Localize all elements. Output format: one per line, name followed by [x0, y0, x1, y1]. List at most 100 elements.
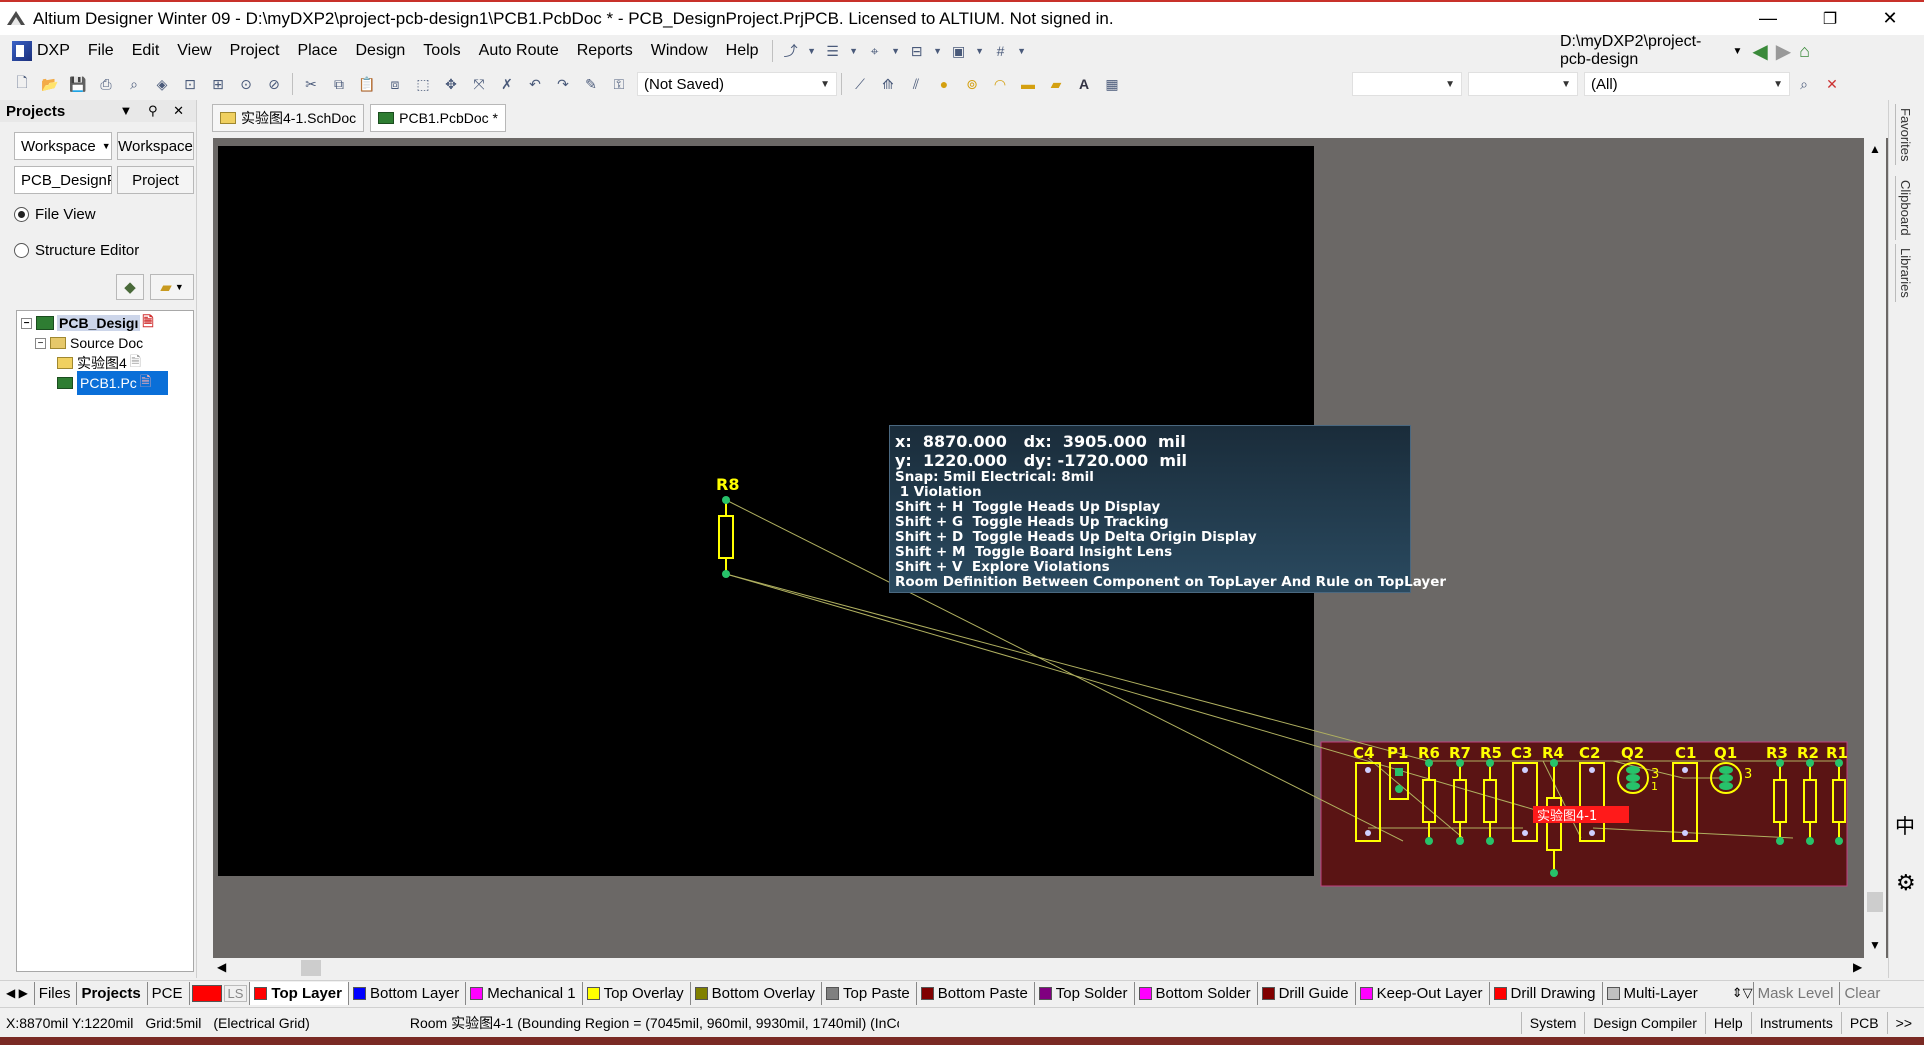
tab-libraries[interactable]: Libraries: [1895, 244, 1915, 302]
scroll-up-icon[interactable]: ▲: [1869, 142, 1881, 156]
tree-item-project[interactable]: − PCB_Desigı 🗎: [21, 313, 154, 332]
room-icon[interactable]: ▣: [947, 39, 971, 63]
panel-controls[interactable]: ▼ ⚲ ✕: [119, 103, 190, 119]
gear-icon[interactable]: ⚙: [1896, 870, 1916, 896]
deselect-icon[interactable]: ⤧: [467, 72, 491, 96]
status-more-button[interactable]: >>: [1886, 1011, 1920, 1034]
clear-button[interactable]: Clear: [1839, 981, 1886, 1005]
saved-state-combo[interactable]: (Not Saved) ▼: [637, 72, 837, 96]
select-area-icon[interactable]: ⬚: [411, 72, 435, 96]
menu-edit[interactable]: Edit: [123, 42, 169, 60]
tab-pcbdoc[interactable]: PCB1.PcbDoc *: [370, 104, 506, 132]
chevron-down-icon[interactable]: ▼: [975, 39, 985, 63]
status-pcb-button[interactable]: PCB: [1840, 1011, 1887, 1034]
align-icon[interactable]: ☰: [821, 39, 845, 63]
cross-probe-icon[interactable]: ✎: [579, 72, 603, 96]
save-icon[interactable]: 💾: [66, 72, 90, 96]
route-icon[interactable]: ⤴: [779, 39, 803, 63]
select-icon[interactable]: ⌖: [863, 39, 887, 63]
menu-reports[interactable]: Reports: [568, 42, 642, 60]
file-view-radio[interactable]: File View: [14, 206, 96, 223]
filter-combo-1[interactable]: ▼: [1352, 72, 1462, 96]
undo-icon[interactable]: ↶: [523, 72, 547, 96]
tree-item-pcbdoc[interactable]: PCB1.Pc 🗎: [57, 371, 169, 395]
grid-icon[interactable]: #: [989, 39, 1013, 63]
layer-tab-top-solder[interactable]: Top Solder: [1033, 981, 1134, 1005]
layer-tab-keep-out[interactable]: Keep-Out Layer: [1354, 981, 1489, 1005]
place-pad-icon[interactable]: ●: [932, 72, 956, 96]
workspace-combo[interactable]: Workspace ▼: [14, 132, 112, 160]
back-arrow-icon[interactable]: ◀: [1752, 39, 1767, 64]
filter-all-combo[interactable]: (All) ▼: [1584, 72, 1790, 96]
layer-tab-bottom-overlay[interactable]: Bottom Overlay: [689, 981, 821, 1005]
copy-icon[interactable]: ⧉: [327, 72, 351, 96]
chevron-down-icon[interactable]: ▼: [1017, 39, 1027, 63]
room-label[interactable]: 实验图4-1: [1537, 808, 1597, 824]
layer-scroll-icon[interactable]: ⇕▽: [1732, 985, 1753, 1001]
workspace-button[interactable]: Workspace: [117, 132, 194, 160]
place-arc-icon[interactable]: ◠: [988, 72, 1012, 96]
scroll-thumb[interactable]: [1867, 892, 1883, 912]
scroll-down-icon[interactable]: ▼: [1869, 938, 1881, 952]
project-button[interactable]: Project: [117, 166, 194, 194]
place-via-icon[interactable]: ⊚: [960, 72, 984, 96]
pcb-canvas[interactable]: R8 C4 P1 R6 R7 R5 C3 R4 C2 Q2 C1 Q1 R3 R…: [213, 138, 1889, 958]
layer-tab-multi-layer[interactable]: Multi-Layer: [1601, 981, 1704, 1005]
zoom-fit-icon[interactable]: ⊡: [178, 72, 202, 96]
rubber-stamp-icon[interactable]: ⧈: [383, 72, 407, 96]
layer-tab-top-paste[interactable]: Top Paste: [821, 981, 916, 1005]
ime-chinese-icon[interactable]: 中: [1895, 810, 1915, 839]
project-options-button[interactable]: ▰ ▼: [150, 274, 194, 300]
place-string-icon[interactable]: A: [1072, 72, 1096, 96]
menu-project[interactable]: Project: [221, 42, 289, 60]
close-button[interactable]: ✕: [1862, 2, 1918, 35]
paste-icon[interactable]: 📋: [355, 72, 379, 96]
menu-tools[interactable]: Tools: [414, 42, 469, 60]
move-icon[interactable]: ✥: [439, 72, 463, 96]
project-field[interactable]: PCB_DesignPr: [14, 166, 112, 194]
place-fill-icon[interactable]: ▬: [1016, 72, 1040, 96]
layer-tab-bottom-paste[interactable]: Bottom Paste: [915, 981, 1034, 1005]
open-folder-icon[interactable]: 📂: [38, 72, 62, 96]
restore-button[interactable]: ❐: [1802, 2, 1858, 35]
layer-tab-bottom-layer[interactable]: Bottom Layer: [348, 981, 465, 1005]
mask-level-button[interactable]: Mask Level: [1752, 981, 1840, 1005]
current-layer-swatch[interactable]: LS: [188, 981, 250, 1005]
tab-schdoc[interactable]: 实验图4-1.SchDoc: [212, 104, 365, 132]
menu-place[interactable]: Place: [288, 42, 346, 60]
clear-filter-icon[interactable]: ✗: [495, 72, 519, 96]
interactive-route-icon[interactable]: ⟋: [848, 72, 872, 96]
tab-favorites[interactable]: Favorites: [1895, 104, 1915, 166]
status-system-button[interactable]: System: [1520, 1011, 1585, 1034]
new-file-icon[interactable]: 🗋: [10, 72, 34, 96]
layers-3d-icon[interactable]: ◈: [150, 72, 174, 96]
print-preview-icon[interactable]: ⌕: [122, 72, 146, 96]
layer-tab-drill-guide[interactable]: Drill Guide: [1256, 981, 1355, 1005]
menu-auto-route[interactable]: Auto Route: [470, 42, 568, 60]
chevron-down-icon[interactable]: ▼: [933, 39, 943, 63]
place-polygon-icon[interactable]: ▰: [1044, 72, 1068, 96]
tree-item-schdoc[interactable]: 实验图4 🗎: [57, 353, 141, 372]
layer-tab-bottom-solder[interactable]: Bottom Solder: [1133, 981, 1257, 1005]
diff-pair-route-icon[interactable]: ⟰: [876, 72, 900, 96]
horizontal-scrollbar[interactable]: ◀ ▶: [213, 958, 1889, 978]
tab-clipboard[interactable]: Clipboard: [1895, 176, 1915, 240]
layer-tab-top-overlay[interactable]: Top Overlay: [581, 981, 690, 1005]
filter-combo-2[interactable]: ▼: [1468, 72, 1578, 96]
panel-tab-nav[interactable]: ◀ ▶: [0, 986, 34, 1000]
compile-button[interactable]: ◆: [116, 274, 144, 300]
multi-route-icon[interactable]: ⫽: [904, 72, 928, 96]
menu-view[interactable]: View: [168, 42, 220, 60]
scroll-thumb[interactable]: [301, 960, 321, 976]
panel-tab-projects[interactable]: Projects: [76, 981, 146, 1005]
redo-icon[interactable]: ↷: [551, 72, 575, 96]
chevron-down-icon[interactable]: ▼: [891, 39, 901, 63]
collapse-icon[interactable]: −: [35, 337, 46, 349]
print-icon[interactable]: ⎙: [94, 72, 118, 96]
layer-tab-drill-drawing[interactable]: Drill Drawing: [1488, 981, 1602, 1005]
status-instruments-button[interactable]: Instruments: [1750, 1011, 1841, 1034]
scroll-left-icon[interactable]: ◀: [217, 960, 226, 974]
tree-item-source-docs[interactable]: − Source Doc: [35, 334, 143, 352]
menu-help[interactable]: Help: [717, 42, 768, 60]
menu-design[interactable]: Design: [346, 42, 414, 60]
